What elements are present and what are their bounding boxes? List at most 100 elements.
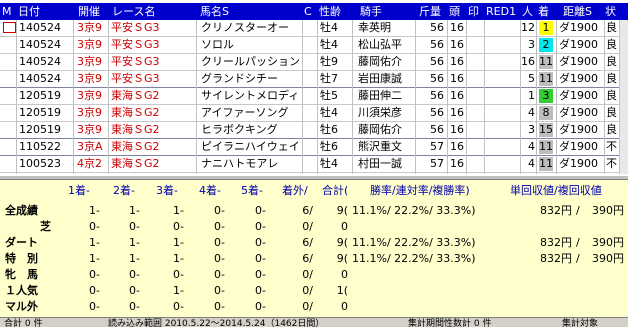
grid-header: M 日付 開催 レース名 馬名S C 性齢 騎手 斤量 頭 印 RED1 人 着…: [0, 3, 628, 20]
summary-c4: 0-: [214, 236, 225, 249]
col-venue[interactable]: 開催: [78, 3, 108, 20]
cell-cond: 良: [606, 123, 617, 136]
summary-c4: 0-: [214, 220, 225, 233]
table-row[interactable]: 140524 3京9 平安ＳG3 ソロル 牡4 松山弘平 56 16 3 ダ1900 良 2: [0, 37, 628, 53]
cell-horse: アイファーソング: [201, 106, 289, 119]
summary-win-return: [530, 283, 572, 299]
summary-rates: 11.1%/ 22.2%/ 33.3%): [352, 204, 476, 217]
cell-distance: ダ1900: [559, 157, 598, 170]
table-row[interactable]: 120519 3京9 東海ＳG2 サイレントメロディ 牡5 藤田伸二 56 16 1 ダ1900 良…: [0, 88, 628, 104]
cell-horse: ヒラボクキング: [201, 123, 278, 136]
cell-venue: 3京9: [77, 106, 102, 119]
splitter[interactable]: [0, 176, 628, 180]
summary-c6: 6/: [302, 252, 313, 265]
cell-cond: 良: [606, 89, 617, 102]
cell-horse: サイレントメロディ: [201, 89, 300, 102]
col-weight[interactable]: 斤量: [419, 3, 445, 20]
summary-rates: 11.1%/ 22.2%/ 33.3%): [352, 236, 476, 249]
col-head[interactable]: 頭: [449, 3, 465, 20]
finish-badge: 15: [539, 123, 553, 137]
summary-total: 0: [341, 220, 348, 233]
cell-horse: グランドシチー: [201, 72, 278, 85]
cell-date: 120519: [19, 106, 61, 119]
col-horse[interactable]: 馬名S: [200, 3, 300, 20]
cell-date: 120519: [19, 89, 61, 102]
table-row[interactable]: 120519 3京9 東海ＳG2 ヒラボクキング 牡6 藤岡佑介 56 16 3 ダ1900 良 15: [0, 122, 628, 138]
col-pop[interactable]: 人: [522, 3, 536, 20]
summary-c3: 1-: [173, 284, 184, 297]
cell-race: 平安ＳG3: [111, 72, 160, 85]
summary-c6: 0/: [302, 300, 313, 313]
cell-pop: 5: [528, 72, 535, 85]
cell-head: 16: [450, 38, 464, 51]
cell-venue: 3京9: [77, 55, 102, 68]
cell-race: 東海ＳG2: [111, 157, 160, 170]
summary-rates: 11.1%/ 22.2%/ 33.3%): [352, 252, 476, 265]
summary-win-return: [530, 267, 572, 283]
col-m[interactable]: M: [2, 3, 16, 20]
row-marker-checkbox[interactable]: [3, 22, 16, 33]
col-date[interactable]: 日付: [18, 3, 62, 20]
col-mark[interactable]: 印: [468, 3, 484, 20]
cell-race: 平安ＳG3: [111, 55, 160, 68]
summary-c6: 0/: [302, 284, 313, 297]
cell-date: 140524: [19, 55, 61, 68]
col-race[interactable]: レース名: [112, 3, 192, 20]
summary-c6: 0/: [302, 268, 313, 281]
cell-weight: 56: [430, 106, 444, 119]
cell-date: 140524: [19, 21, 61, 34]
summary-c1: 1-: [89, 204, 100, 217]
cell-sexage: 牡4: [320, 157, 338, 170]
summary-c2: 0-: [129, 300, 140, 313]
cell-venue: 3京9: [77, 72, 102, 85]
summary-c2: 1-: [129, 252, 140, 265]
summary-label: 特 別: [5, 252, 38, 265]
table-row[interactable]: 110522 3京A 東海ＳG2 ピイラニハイウェイ 牡6 熊沢重文 57 16 4 ダ1900 不…: [0, 139, 628, 155]
summary-total: 9(: [336, 252, 348, 265]
cell-venue: 3京9: [77, 89, 102, 102]
cell-sexage: 牡4: [320, 21, 338, 34]
table-row[interactable]: 140524 3京9 平安ＳG3 クリールパッション 牡9 藤岡佑介 56 16 16 ダ1900…: [0, 54, 628, 70]
summary-win-return: [530, 219, 572, 235]
cell-venue: 3京9: [77, 38, 102, 51]
col-distance[interactable]: 距離S: [563, 3, 607, 20]
summary-label: １人気: [5, 284, 38, 297]
table-row[interactable]: 100523 4京2 東海ＳG2 ナニハトモアレ 牡4 村田一誠 57 16 4 ダ1900 不 11: [0, 156, 628, 172]
summary-total: 9(: [336, 204, 348, 217]
cell-race: 平安ＳG3: [111, 21, 160, 34]
sum-h-3rd: 3着-: [156, 184, 178, 197]
summary-c1: 0-: [89, 284, 100, 297]
summary-c5: 0-: [255, 300, 266, 313]
col-cond[interactable]: 状: [605, 3, 619, 20]
col-jockey[interactable]: 騎手: [360, 3, 420, 20]
cell-distance: ダ1900: [559, 106, 598, 119]
cell-horse: ピイラニハイウェイ: [201, 140, 300, 153]
summary-return-sep: /: [576, 204, 580, 217]
table-row[interactable]: 140524 3京9 平安ＳG3 グランドシチー 牡7 岩田康誠 56 16 5 ダ1900 良 11: [0, 71, 628, 87]
col-red1[interactable]: RED1: [486, 3, 520, 20]
summary-c2: 0-: [129, 268, 140, 281]
grid-vertical-scrollbar[interactable]: [620, 20, 628, 174]
cell-date: 100523: [19, 157, 61, 170]
finish-badge: 11: [539, 55, 553, 69]
summary-c5: 0-: [255, 220, 266, 233]
summary-c4: 0-: [214, 268, 225, 281]
cell-date: 110522: [19, 140, 61, 153]
cell-sexage: 牡4: [320, 38, 338, 51]
col-sexage[interactable]: 性齢: [319, 3, 349, 20]
finish-badge: 2: [539, 38, 553, 52]
cell-sexage: 牡5: [320, 89, 338, 102]
sum-h-5th: 5着-: [241, 184, 263, 197]
col-c[interactable]: C: [304, 3, 318, 20]
cell-venue: 3京9: [77, 123, 102, 136]
col-finish[interactable]: 着: [538, 3, 554, 20]
cell-sexage: 牡4: [320, 106, 338, 119]
cell-race: 東海ＳG2: [111, 140, 160, 153]
summary-c5: 0-: [255, 252, 266, 265]
table-row[interactable]: 120519 3京9 東海ＳG2 アイファーソング 牡4 川須栄彦 56 16 4 ダ1900 良 8: [0, 105, 628, 121]
cell-cond: 良: [606, 106, 617, 119]
summary-return-sep: /: [576, 252, 580, 265]
table-row[interactable]: 140524 3京9 平安ＳG3 クリノスターオー 牡4 幸英明 56 16 12 ダ1900 良 1: [0, 20, 628, 36]
cell-jockey: 熊沢重文: [358, 140, 402, 153]
cell-head: 16: [450, 89, 464, 102]
